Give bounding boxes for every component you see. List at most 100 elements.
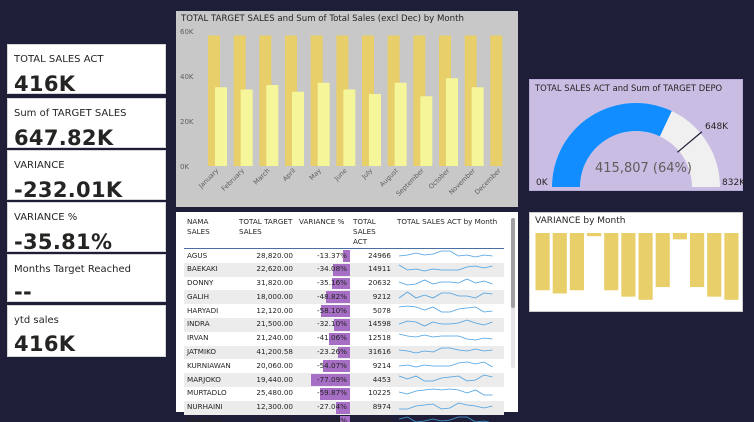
- variance-bar: [569, 233, 584, 291]
- kpi-card-ytd-sales[interactable]: ytd sales 416K: [7, 305, 166, 357]
- variance-bar: [621, 233, 636, 297]
- target-vs-sales-bar-chart[interactable]: TOTAL TARGET SALES and Sum of Total Sale…: [176, 11, 518, 207]
- table-scrollbar[interactable]: [511, 218, 515, 368]
- col-header-target-sales[interactable]: TOTAL TARGET SALES: [236, 216, 296, 249]
- kpi-value: 647.82K: [14, 126, 114, 148]
- cell-name: AGUS: [187, 250, 208, 260]
- table-row[interactable]: KURNIAWAN 20,060.00 -54.07% 9214: [184, 359, 504, 373]
- sales-table-panel[interactable]: NAMA SALES TOTAL TARGET SALES VARIANCE %…: [176, 212, 518, 422]
- cell-variance: -27.04%: [296, 400, 350, 415]
- sparkline-line: [398, 319, 493, 327]
- cell-sparkline: [394, 373, 504, 387]
- table-row[interactable]: AGUS 28,820.00 -13.37% 24966: [184, 249, 504, 263]
- table-row[interactable]: PRAMANA 25,320.00 -19.69% 20334: [184, 415, 504, 422]
- bar-total-sales: [266, 85, 279, 166]
- sparkline-line: [398, 374, 493, 382]
- sparkline: [398, 291, 493, 299]
- table-row[interactable]: MARJOKO 19,440.00 -77.09% 4453: [184, 373, 504, 387]
- x-tick-label: June: [332, 167, 348, 183]
- kpi-card-variance-pct[interactable]: VARIANCE % -35.81%: [7, 202, 166, 252]
- kpi-label: VARIANCE %: [14, 212, 78, 223]
- table-row[interactable]: IRVAN 21,240.00 -41.06% 12518: [184, 332, 504, 346]
- cell-target: 21,240.00: [256, 333, 293, 343]
- cell-variance: -13.37%: [296, 249, 350, 263]
- table-row[interactable]: INDRA 21,500.00 -32.10% 14598: [184, 317, 504, 332]
- bar-total-sales: [317, 82, 330, 166]
- cell-sparkline: [394, 387, 504, 401]
- cell-sparkline: [394, 290, 504, 305]
- x-tick-label: September: [395, 167, 426, 198]
- x-tick-label: April: [281, 167, 297, 183]
- cell-sparkline: [394, 304, 504, 318]
- kpi-card-variance[interactable]: VARIANCE -232.01K: [7, 150, 166, 200]
- table-row[interactable]: JATMIKO 41,200.58 -23.26% 31616: [184, 345, 504, 360]
- kpi-card-target-sales[interactable]: Sum of TARGET SALES 647.82K: [7, 98, 166, 148]
- sparkline-line: [398, 347, 493, 353]
- variance-by-month-chart[interactable]: VARIANCE by Month: [529, 212, 743, 312]
- variance-chart-canvas: [535, 233, 739, 300]
- kpi-card-months-target-reached[interactable]: Months Target Reached --: [7, 254, 166, 302]
- variance-bar: [604, 233, 619, 291]
- col-header-sales-act[interactable]: TOTAL SALES ACT: [350, 216, 394, 249]
- cell-sparkline: [394, 249, 504, 263]
- table-row[interactable]: BAEKAKI 22,620.00 -34.08% 14911: [184, 262, 504, 277]
- kpi-card-total-sales-act[interactable]: TOTAL SALES ACT 416K: [7, 44, 166, 94]
- x-tick-label: October: [427, 167, 451, 191]
- scrollbar-thumb[interactable]: [511, 218, 515, 308]
- cell-sparkline: [394, 277, 504, 291]
- bar-total-sales: [369, 94, 381, 166]
- cell-variance: -19.69%: [296, 415, 350, 422]
- bar-total-sales: [471, 87, 484, 166]
- cell-sparkline: [394, 262, 504, 277]
- cell-variance: -48.82%: [296, 290, 350, 305]
- sales-gauge-panel[interactable]: TOTAL SALES ACT and Sum of TARGET DEPO 4…: [529, 79, 746, 191]
- cell-target: 18,000.00: [236, 290, 296, 305]
- cell-target: 25,320.00: [256, 416, 293, 422]
- variance-bar: [707, 233, 722, 297]
- cell-name: INDRA: [184, 317, 236, 332]
- cell-name: GALIH: [184, 290, 236, 305]
- gauge-target-label: 648K: [705, 122, 729, 132]
- table-row[interactable]: DONNY 31,820.00 -35.16% 20632: [184, 277, 504, 291]
- kpi-label: TOTAL SALES ACT: [14, 54, 104, 65]
- table-row[interactable]: GALIH 18,000.00 -48.82% 9212: [184, 290, 504, 305]
- bar-chart-canvas: 0K 20K 40K 60K January February March April May J…: [180, 28, 503, 198]
- sparkline: [398, 347, 493, 353]
- kpi-label: Sum of TARGET SALES: [14, 108, 127, 119]
- variance-bar: [655, 233, 670, 288]
- col-header-variance-pct[interactable]: VARIANCE %: [296, 216, 350, 249]
- cell-sales-act: 4453: [350, 373, 394, 387]
- kpi-value: 416K: [14, 72, 76, 94]
- gauge-max-label: 832K: [722, 178, 746, 188]
- cell-variance: -54.07%: [296, 359, 350, 373]
- table-header-row: NAMA SALES TOTAL TARGET SALES VARIANCE %…: [184, 216, 504, 249]
- cell-name: BAEKAKI: [184, 262, 236, 277]
- x-tick-label: March: [252, 167, 272, 187]
- cell-sales-act: 24966: [368, 250, 391, 260]
- table-row[interactable]: NURHAINI 12,300.00 -27.04% 8974: [184, 400, 504, 415]
- bar-total-sales: [292, 91, 304, 166]
- kpi-value: --: [14, 280, 33, 302]
- sparkline: [398, 374, 493, 382]
- col-header-nama-sales[interactable]: NAMA SALES: [184, 216, 236, 249]
- cell-target: 20,060.00: [256, 360, 293, 370]
- variance-bar: [552, 233, 567, 294]
- table-row[interactable]: HARYADI 12,120.00 -58.10% 5078: [184, 304, 504, 318]
- sparkline-line: [398, 333, 493, 341]
- variance-bar: [587, 233, 602, 237]
- sparkline: [399, 402, 493, 410]
- table-row[interactable]: MURTADLO 25,480.00 -59.87% 10225: [184, 387, 504, 401]
- cell-sales-act: 14598: [350, 317, 394, 332]
- x-tick-label: January: [196, 167, 220, 191]
- x-tick-label: May: [308, 167, 323, 182]
- cell-sparkline: [394, 415, 504, 422]
- cell-name: PRAMANA: [187, 416, 223, 422]
- col-header-sales-by-month[interactable]: TOTAL SALES ACT by Month: [394, 216, 504, 249]
- cell-sparkline: [394, 345, 504, 360]
- cell-variance: -34.08%: [296, 262, 350, 277]
- cell-name: NURHAINI: [184, 400, 236, 415]
- gauge-min-label: 0K: [536, 178, 548, 188]
- cell-sparkline: [394, 400, 504, 415]
- sparkline: [398, 264, 493, 272]
- sparkline-line: [398, 361, 493, 368]
